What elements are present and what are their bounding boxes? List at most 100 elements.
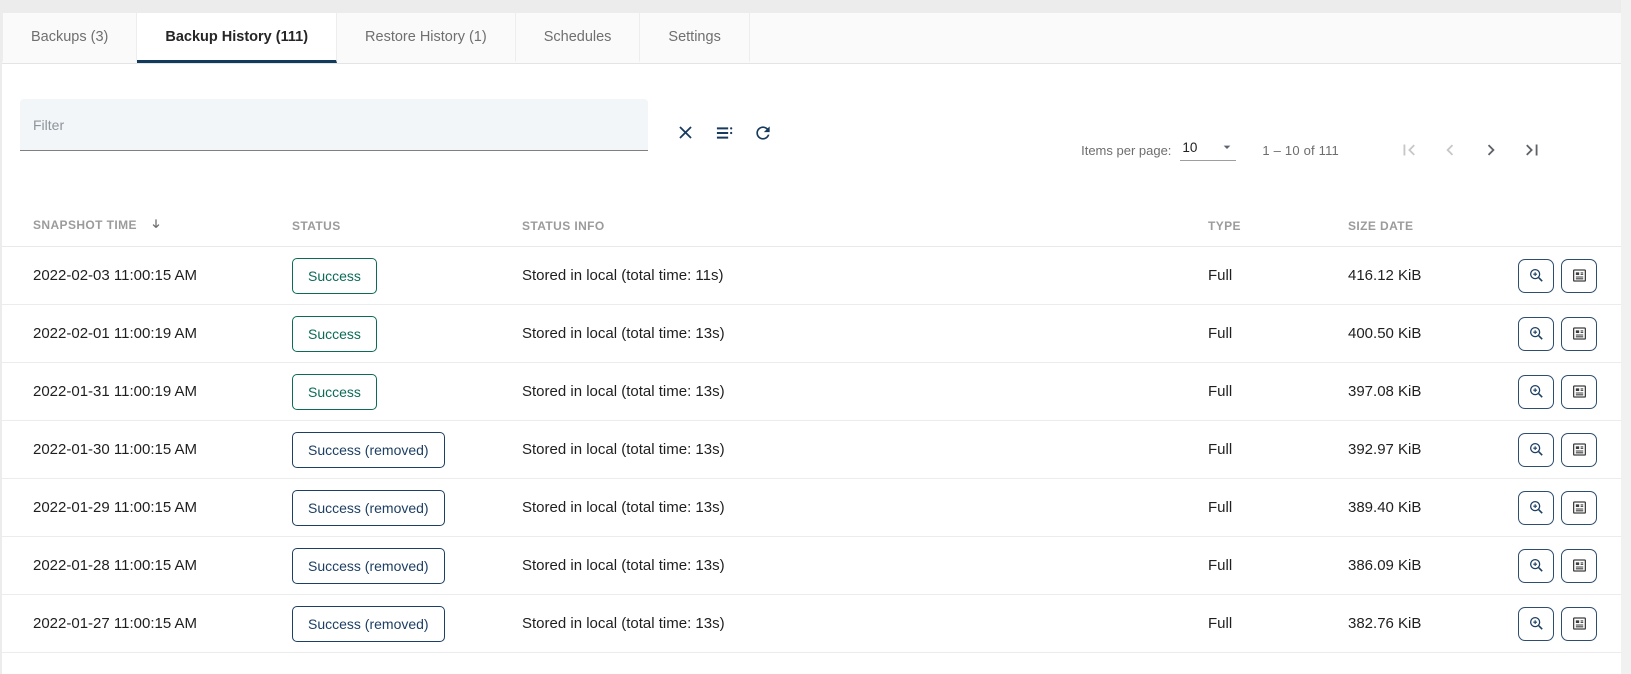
tab[interactable]: Schedules bbox=[516, 13, 641, 63]
clear-filter-button[interactable] bbox=[670, 117, 701, 148]
view-backup-details-button[interactable] bbox=[1518, 491, 1554, 525]
next-page-button[interactable] bbox=[1478, 137, 1504, 163]
table-row: 2022-02-03 11:00:15 AM Success Stored in… bbox=[2, 247, 1621, 305]
newspaper-icon bbox=[1570, 324, 1589, 343]
tab-label: Backup History (111) bbox=[165, 29, 308, 45]
table-row: 2022-01-29 11:00:15 AM Success (removed)… bbox=[2, 479, 1621, 537]
view-backup-details-button[interactable] bbox=[1518, 607, 1554, 641]
view-backup-details-button[interactable] bbox=[1518, 433, 1554, 467]
restore-backup-button[interactable] bbox=[1561, 259, 1597, 293]
zoom-in-icon bbox=[1527, 266, 1546, 285]
tab-bar: Backups (3) Backup History (111) Restore… bbox=[2, 13, 1621, 64]
items-per-page-value: 10 bbox=[1182, 140, 1197, 155]
tab-label: Settings bbox=[668, 29, 720, 45]
clear-icon bbox=[676, 123, 695, 142]
first-page-button bbox=[1396, 137, 1422, 163]
zoom-in-icon bbox=[1527, 556, 1546, 575]
type-cell: Full bbox=[1208, 499, 1348, 516]
tab[interactable]: Backup History (111) bbox=[137, 13, 337, 63]
zoom-in-icon bbox=[1527, 382, 1546, 401]
size-cell: 382.76 KiB bbox=[1348, 615, 1444, 632]
type-cell: Full bbox=[1208, 267, 1348, 284]
size-cell: 416.12 KiB bbox=[1348, 267, 1444, 284]
prev-page-button bbox=[1437, 137, 1463, 163]
status-info-cell: Stored in local (total time: 13s) bbox=[522, 499, 1208, 516]
status-badge: Success (removed) bbox=[292, 432, 445, 468]
size-cell: 386.09 KiB bbox=[1348, 557, 1444, 574]
status-info-cell: Stored in local (total time: 11s) bbox=[522, 267, 1208, 284]
view-backup-details-button[interactable] bbox=[1518, 549, 1554, 583]
restore-backup-button[interactable] bbox=[1561, 433, 1597, 467]
chevron-left-icon bbox=[1439, 139, 1461, 161]
filter-list-icon bbox=[714, 123, 734, 143]
newspaper-icon bbox=[1570, 266, 1589, 285]
status-info-cell: Stored in local (total time: 13s) bbox=[522, 383, 1208, 400]
status-info-cell: Stored in local (total time: 13s) bbox=[522, 557, 1208, 574]
filter-input[interactable] bbox=[20, 99, 648, 151]
items-per-page-select[interactable]: 10 bbox=[1180, 139, 1236, 161]
refresh-button[interactable] bbox=[747, 117, 779, 149]
header-snapshot-time[interactable]: SNAPSHOT TIME bbox=[2, 217, 292, 234]
status-badge: Success (removed) bbox=[292, 606, 445, 642]
tab[interactable]: Restore History (1) bbox=[337, 13, 516, 63]
type-cell: Full bbox=[1208, 383, 1348, 400]
restore-backup-button[interactable] bbox=[1561, 375, 1597, 409]
restore-backup-button[interactable] bbox=[1561, 549, 1597, 583]
restore-backup-button[interactable] bbox=[1561, 491, 1597, 525]
snapshot-time-cell: 2022-01-28 11:00:15 AM bbox=[2, 557, 292, 574]
status-badge: Success bbox=[292, 374, 377, 410]
type-cell: Full bbox=[1208, 615, 1348, 632]
zoom-in-icon bbox=[1527, 440, 1546, 459]
status-info-cell: Stored in local (total time: 13s) bbox=[522, 615, 1208, 632]
zoom-in-icon bbox=[1527, 498, 1546, 517]
sort-desc-icon bbox=[145, 220, 163, 234]
status-badge: Success bbox=[292, 258, 377, 294]
paginator: Items per page: 10 1 – 10 of 111 bbox=[1081, 137, 1545, 163]
table-row: 2022-01-28 11:00:15 AM Success (removed)… bbox=[2, 537, 1621, 595]
status-badge: Success (removed) bbox=[292, 490, 445, 526]
zoom-in-icon bbox=[1527, 614, 1546, 633]
first-page-icon bbox=[1398, 139, 1420, 161]
newspaper-icon bbox=[1570, 556, 1589, 575]
toolbar: Items per page: 10 1 – 10 of 111 bbox=[2, 64, 1621, 163]
snapshot-time-cell: 2022-01-27 11:00:15 AM bbox=[2, 615, 292, 632]
column-filter-button[interactable] bbox=[708, 117, 740, 149]
newspaper-icon bbox=[1570, 440, 1589, 459]
tab[interactable]: Backups (3) bbox=[2, 13, 137, 63]
table-header-row: SNAPSHOT TIME STATUS STATUS INFO TYPE SI… bbox=[2, 203, 1621, 247]
type-cell: Full bbox=[1208, 557, 1348, 574]
view-backup-details-button[interactable] bbox=[1518, 317, 1554, 351]
tab-label: Restore History (1) bbox=[365, 29, 487, 45]
restore-backup-button[interactable] bbox=[1561, 317, 1597, 351]
snapshot-time-cell: 2022-01-29 11:00:15 AM bbox=[2, 499, 292, 516]
backup-history-panel: Backups (3) Backup History (111) Restore… bbox=[2, 13, 1621, 674]
size-cell: 397.08 KiB bbox=[1348, 383, 1444, 400]
size-cell: 392.97 KiB bbox=[1348, 441, 1444, 458]
last-page-button[interactable] bbox=[1519, 137, 1545, 163]
snapshot-time-cell: 2022-01-30 11:00:15 AM bbox=[2, 441, 292, 458]
scrollbar-track[interactable] bbox=[1621, 0, 1631, 674]
snapshot-time-cell: 2022-01-31 11:00:19 AM bbox=[2, 383, 292, 400]
last-page-icon bbox=[1521, 139, 1543, 161]
header-type: TYPE bbox=[1208, 219, 1348, 233]
table-row: 2022-01-27 11:00:15 AM Success (removed)… bbox=[2, 595, 1621, 653]
status-badge: Success bbox=[292, 316, 377, 352]
status-badge: Success (removed) bbox=[292, 548, 445, 584]
view-backup-details-button[interactable] bbox=[1518, 375, 1554, 409]
page-range-text: 1 – 10 of 111 bbox=[1262, 143, 1339, 158]
table-row: 2022-01-31 11:00:19 AM Success Stored in… bbox=[2, 363, 1621, 421]
newspaper-icon bbox=[1570, 498, 1589, 517]
restore-backup-button[interactable] bbox=[1561, 607, 1597, 641]
view-backup-details-button[interactable] bbox=[1518, 259, 1554, 293]
status-info-cell: Stored in local (total time: 13s) bbox=[522, 325, 1208, 342]
zoom-in-icon bbox=[1527, 324, 1546, 343]
size-cell: 400.50 KiB bbox=[1348, 325, 1444, 342]
tab-label: Backups (3) bbox=[31, 29, 108, 45]
table-row: 2022-02-01 11:00:19 AM Success Stored in… bbox=[2, 305, 1621, 363]
tab[interactable]: Settings bbox=[640, 13, 749, 63]
size-cell: 389.40 KiB bbox=[1348, 499, 1444, 516]
newspaper-icon bbox=[1570, 382, 1589, 401]
items-per-page-label: Items per page: bbox=[1081, 143, 1171, 158]
table-row: 2022-01-30 11:00:15 AM Success (removed)… bbox=[2, 421, 1621, 479]
type-cell: Full bbox=[1208, 325, 1348, 342]
